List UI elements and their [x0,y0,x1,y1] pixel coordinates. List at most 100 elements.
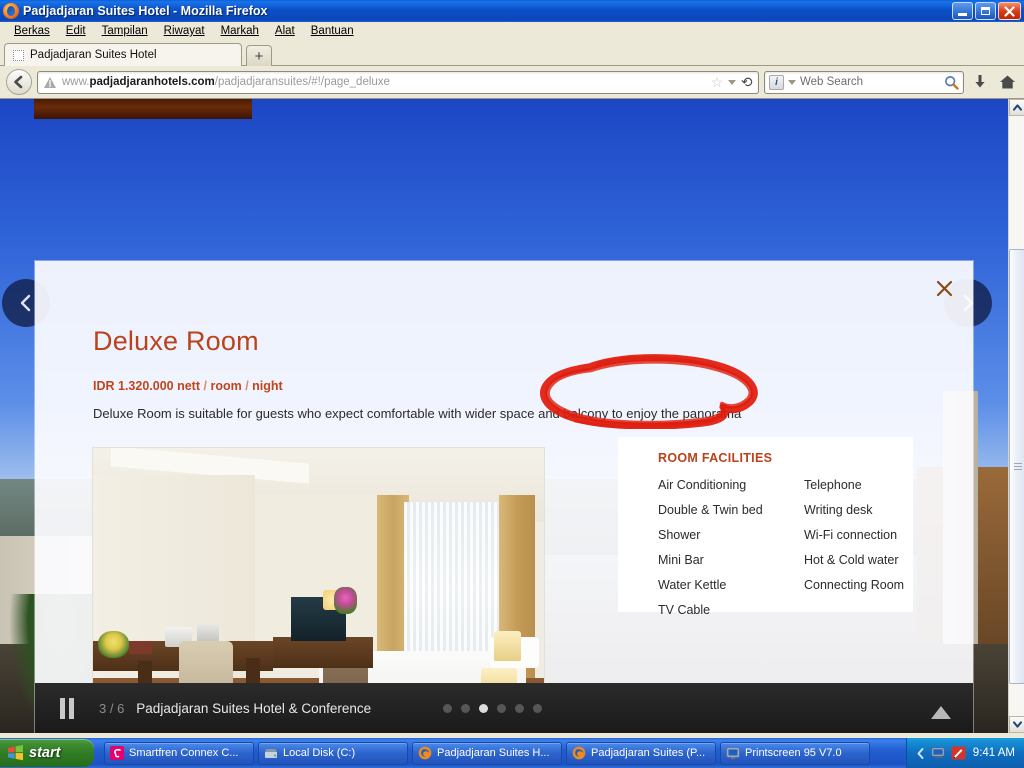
warning-icon [44,76,56,88]
window-title: Padjadjaran Suites Hotel - Mozilla Firef… [23,4,268,18]
windows-flag-icon [8,745,23,761]
minimize-button[interactable] [952,2,973,20]
carousel-player-bar: 3 / 6 Padjadjaran Suites Hotel & Confere… [35,683,973,733]
firefox-icon [572,746,586,760]
chevron-down-icon[interactable] [728,79,737,85]
search-bar[interactable]: i Web Search [764,70,964,94]
taskbar-item-smartfren[interactable]: Smartfren Connex C... [104,741,254,765]
taskbar-item-label: Padjadjaran Suites (P... [591,747,706,759]
back-arrow-icon [14,75,23,89]
facility-item: Hot & Cold water [804,553,899,567]
menu-bantuan[interactable]: Bantuan [303,24,362,38]
scrollbar-grip-icon [1014,462,1022,471]
close-icon [936,280,952,296]
facility-item: TV Cable [658,603,711,617]
facility-item: Mini Bar [658,553,704,567]
url-text: www.padjadjaranhotels.com/padjadjaransui… [62,76,390,88]
menubar: Berkas Edit Tampilan Riwayat Markah Alat… [0,22,1024,40]
menu-markah[interactable]: Markah [213,24,267,38]
chevron-left-icon [20,294,31,312]
carousel-dot-2[interactable] [461,703,471,713]
pause-icon-bar-left [60,697,65,719]
facility-item: Connecting Room [804,578,905,592]
carousel-dot-6[interactable] [533,703,543,713]
tab-padjadjaran-suites-hotel[interactable]: Padjadjaran Suites Hotel [4,43,242,66]
pause-button[interactable] [35,697,99,719]
tray-expand-icon[interactable] [915,747,926,760]
modal-close-button[interactable] [931,275,957,301]
menu-riwayat[interactable]: Riwayat [156,24,213,38]
carousel-dot-5[interactable] [515,703,525,713]
carousel-dots [443,703,543,713]
web-page-content: Deluxe Room IDR 1.320.000 nett / room / … [0,99,1008,733]
facility-item: Writing desk [804,503,873,517]
menu-berkas[interactable]: Berkas [6,24,58,38]
facility-item: Air Conditioning [658,478,747,492]
taskbar-item-padjadjaran-suites-h[interactable]: Padjadjaran Suites H... [412,741,562,765]
carousel-dot-1[interactable] [443,703,453,713]
home-icon [999,75,1015,89]
scrollbar-up-button[interactable] [1009,99,1024,116]
search-engine-chevron-icon[interactable] [788,79,796,85]
facility-item: Telephone [804,478,862,492]
search-icon[interactable] [944,75,959,90]
system-tray: 9:41 AM [906,738,1024,768]
maximize-button[interactable] [975,2,996,20]
start-label: start [29,745,61,761]
taskbar-item-padjadjaran-suites-p[interactable]: Padjadjaran Suites (P... [566,741,716,765]
system-clock: 9:41 AM [972,747,1015,759]
room-description: Deluxe Room is suitable for guests who e… [93,406,742,421]
url-bar[interactable]: www.padjadjaranhotels.com/padjadjaransui… [37,70,759,94]
taskbar-item-label: Smartfren Connex C... [129,747,239,759]
carousel-dot-3[interactable] [479,703,489,713]
facility-item: Wi-Fi connection [804,528,898,542]
facility-item: Shower [658,528,701,542]
window-controls [952,2,1021,20]
search-engine-icon[interactable]: i [769,74,784,90]
browser-viewport: Deluxe Room IDR 1.320.000 nett / room / … [0,99,1024,733]
room-detail-modal: Deluxe Room IDR 1.320.000 nett / room / … [35,261,973,733]
pause-icon-bar-right [69,697,74,719]
chevron-down-icon [1012,721,1022,728]
start-button[interactable]: start [0,739,94,767]
window-titlebar: Padjadjaran Suites Hotel - Mozilla Firef… [0,0,1024,22]
vertical-scrollbar[interactable] [1008,99,1024,733]
site-header-bar [34,99,252,119]
scrollbar-thumb[interactable] [1009,249,1024,684]
firefox-icon [3,3,19,19]
taskbar-buttons: Smartfren Connex C... Local Disk (C:) Pa… [104,741,906,765]
navigation-toolbar: www.padjadjaranhotels.com/padjadjaransui… [0,66,1024,99]
tabbar: Padjadjaran Suites Hotel + [0,40,1024,66]
taskbar-item-printscreen[interactable]: Printscreen 95 V7.0 [720,741,870,765]
taskbar-item-label: Printscreen 95 V7.0 [745,747,842,759]
scrollbar-track[interactable] [1009,116,1024,716]
back-button[interactable] [6,69,32,95]
carousel-dot-4[interactable] [497,703,507,713]
taskbar-item-label: Local Disk (C:) [283,747,356,759]
facilities-column-right: Telephone Writing desk Wi-Fi connection … [804,473,904,623]
monitor-icon [726,747,740,760]
bookmark-star-icon[interactable]: ☆ [711,74,724,91]
maximize-icon [981,7,990,15]
scroll-up-arrow-icon[interactable] [931,706,951,719]
room-title: Deluxe Room [93,326,259,356]
room-facilities-card: ROOM FACILITIES Air Conditioning Double … [618,437,913,617]
menu-alat[interactable]: Alat [267,24,303,38]
close-button[interactable] [998,2,1021,20]
printscreen-tray-icon[interactable] [951,746,966,760]
reload-icon[interactable]: ⟳ [741,74,753,91]
taskbar-item-label: Padjadjaran Suites H... [437,747,550,759]
scrollbar-down-button[interactable] [1009,716,1024,733]
home-button[interactable] [996,74,1018,90]
menu-tampilan[interactable]: Tampilan [94,24,156,38]
downloads-button[interactable] [969,74,991,90]
network-icon[interactable] [931,746,946,760]
windows-taskbar: start Smartfren Connex C... Local Disk (… [0,738,1024,768]
new-tab-plus-icon: + [254,47,264,65]
search-input[interactable]: Web Search [800,76,940,88]
minimize-icon [958,12,967,16]
menu-edit[interactable]: Edit [58,24,94,38]
taskbar-item-local-disk[interactable]: Local Disk (C:) [258,741,408,765]
facility-item: Water Kettle [658,578,727,592]
new-tab-button[interactable]: + [246,45,272,66]
